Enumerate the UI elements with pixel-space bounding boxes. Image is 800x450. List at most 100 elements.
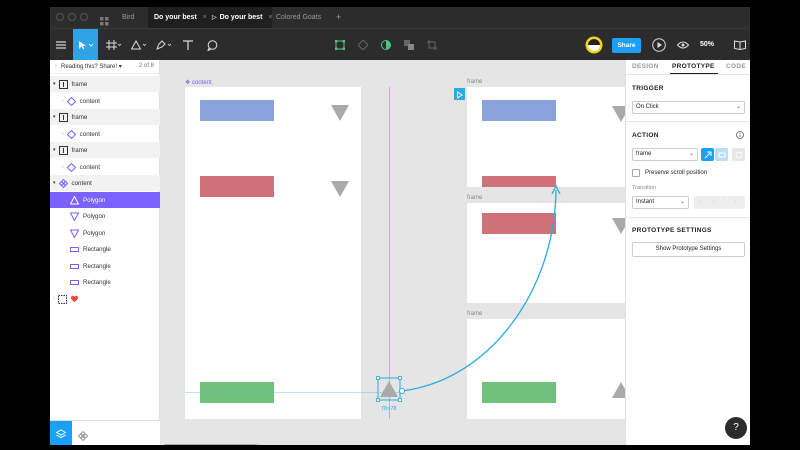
layer-polygon[interactable]: Polygon — [50, 208, 160, 224]
tab-prototype[interactable]: PROTOTYPE — [672, 60, 715, 74]
create-component-button[interactable] — [330, 29, 350, 61]
show-prototype-settings-button[interactable]: Show Prototype Settings — [632, 242, 745, 257]
caret-down-icon: ▾ — [53, 114, 56, 120]
components-icon — [77, 430, 89, 442]
move-tool-button[interactable] — [73, 29, 98, 61]
instance-button[interactable] — [353, 29, 373, 61]
frame-icon — [58, 145, 68, 155]
preserve-scroll-checkbox[interactable] — [632, 169, 640, 177]
menu-button[interactable] — [50, 29, 72, 61]
help-button[interactable]: ? — [725, 417, 747, 439]
layer-polygon-selected[interactable]: Polygon — [50, 192, 160, 208]
canvas[interactable]: ❖ content 78×78 frame frame frame — [160, 60, 625, 445]
pen-tool-button[interactable] — [153, 29, 175, 61]
present-button[interactable] — [649, 29, 669, 61]
layer-frame[interactable]: ▾ frame — [50, 76, 160, 92]
tab-do-your-best-1[interactable]: Do your best × — [148, 7, 207, 28]
navigate-to-button[interactable] — [701, 148, 714, 161]
horizontal-scrollbar[interactable] — [164, 444, 259, 445]
share-button[interactable]: Share — [612, 38, 641, 53]
move-icon — [78, 41, 93, 50]
layer-polygon[interactable]: Polygon — [50, 225, 160, 241]
destination-value: frame — [636, 151, 652, 157]
preserve-scroll-label: Preserve scroll position — [645, 170, 708, 176]
chevron-down-icon: ⌄ — [688, 151, 694, 157]
text-icon — [183, 40, 193, 50]
avatar[interactable] — [583, 29, 605, 61]
action-heading: ACTION — [632, 132, 659, 139]
layer-label: content — [71, 179, 92, 187]
layer-rectangle[interactable]: Rectangle — [50, 241, 160, 257]
tab-do-your-best-2[interactable]: ▷ Do your best × — [206, 7, 273, 28]
window-minimize-button[interactable] — [68, 13, 76, 21]
crop-icon — [427, 40, 437, 50]
frame-icon — [106, 40, 122, 50]
layer-label: frame — [71, 80, 88, 88]
group-button[interactable] — [399, 29, 419, 61]
frame-tool-button[interactable] — [103, 29, 125, 61]
layer-content-component[interactable]: ▾ content — [50, 175, 160, 191]
transition-direction-buttons[interactable]: ← → ↑ ↓ — [694, 196, 745, 209]
crop-button[interactable] — [422, 29, 442, 61]
arrow-down-icon: ↓ — [734, 198, 737, 204]
layer-label: Polygon — [83, 196, 106, 204]
layer-label: Polygon — [83, 229, 106, 237]
transition-value: Instant — [636, 199, 655, 205]
layer-slice[interactable]: › ❤️ — [50, 291, 160, 307]
slice-icon — [57, 294, 67, 304]
layer-label: content — [79, 97, 100, 105]
arrow-up-icon: ↑ — [722, 198, 725, 204]
layer-content-instance[interactable]: › content — [50, 126, 160, 142]
action-destination-select[interactable]: frame ⌄ — [632, 148, 698, 161]
instance-icon — [66, 96, 76, 106]
tab-design[interactable]: DESIGN — [632, 60, 659, 74]
group-icon — [404, 40, 414, 50]
menu-icon — [56, 41, 66, 49]
tab-bird[interactable]: Bird — [116, 7, 140, 28]
arrow-icon — [704, 151, 711, 158]
tab-code[interactable]: CODE — [726, 60, 746, 74]
page-name: Reading this? Share! ▾ — [61, 64, 122, 70]
view-button[interactable] — [673, 29, 693, 61]
component-icon — [58, 178, 68, 188]
transition-select[interactable]: Instant ⌄ — [632, 196, 689, 209]
chevron-down-icon: ⌄ — [735, 104, 741, 110]
window-close-button[interactable] — [56, 13, 64, 21]
caret-down-icon: ▾ — [53, 180, 56, 186]
layer-rectangle[interactable]: Rectangle — [50, 274, 160, 290]
layer-frame[interactable]: ▾ frame — [50, 109, 160, 125]
library-button[interactable] — [730, 29, 750, 61]
boolean-button[interactable] — [376, 29, 396, 61]
prototype-connector[interactable] — [160, 60, 625, 445]
layers-tab[interactable] — [50, 421, 72, 445]
comment-tool-button[interactable] — [202, 29, 222, 61]
new-tab-button[interactable]: + — [330, 7, 347, 28]
layer-content-instance[interactable]: › content — [50, 93, 160, 109]
zoom-level[interactable]: 50% — [700, 29, 714, 61]
text-tool-button[interactable] — [178, 29, 198, 61]
shape-tool-button[interactable] — [128, 29, 150, 61]
play-icon — [652, 38, 666, 52]
chevron-right-icon: › — [62, 164, 64, 170]
back-icon — [735, 151, 742, 158]
rectangle-icon — [70, 263, 79, 269]
library-icon — [734, 40, 746, 50]
page-selector[interactable]: › Reading this? Share! ▾ 2 of 8 — [50, 60, 160, 74]
arrow-right-icon: → — [710, 198, 716, 204]
triangle-down-icon — [70, 212, 79, 221]
mask-icon — [381, 40, 391, 50]
window-maximize-button[interactable] — [80, 13, 88, 21]
properties-panel: DESIGN PROTOTYPE CODE TRIGGER On Click ⌄… — [625, 60, 750, 445]
layer-content-instance[interactable]: › content — [50, 159, 160, 175]
info-icon[interactable] — [736, 131, 744, 139]
back-button[interactable] — [732, 148, 745, 161]
open-overlay-button[interactable] — [715, 148, 728, 161]
layer-frame[interactable]: ▾ frame — [50, 142, 160, 158]
instance-icon — [66, 162, 76, 172]
components-tab[interactable] — [77, 428, 89, 445]
layer-rectangle[interactable]: Rectangle — [50, 258, 160, 274]
transition-label: Transition — [632, 185, 656, 191]
tab-colored-goats[interactable]: Colored Goats — [270, 7, 327, 28]
frame-icon — [58, 112, 68, 122]
trigger-select[interactable]: On Click ⌄ — [632, 101, 745, 114]
